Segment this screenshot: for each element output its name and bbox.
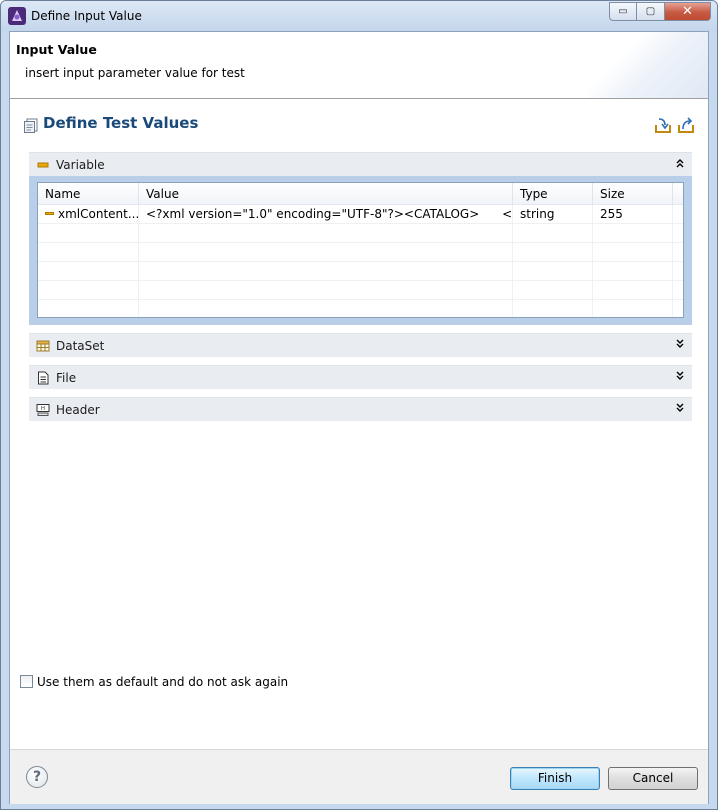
- close-button[interactable]: ✕: [665, 2, 711, 21]
- empty-cell: [513, 281, 593, 300]
- file-icon: [36, 371, 50, 385]
- empty-cell: [38, 281, 139, 300]
- finish-button[interactable]: Finish: [510, 767, 600, 790]
- header-icon: H: [36, 403, 50, 417]
- maximize-button[interactable]: ▢: [637, 2, 665, 21]
- empty-cell: [139, 300, 513, 317]
- dialog-client-area: Input Value insert input parameter value…: [9, 31, 709, 804]
- expand-chevron-icon[interactable]: [675, 370, 685, 387]
- empty-cell: [139, 224, 513, 243]
- variable-icon: [45, 212, 54, 215]
- section-file-label: File: [56, 371, 77, 385]
- window-title: Define Input Value: [31, 9, 142, 23]
- empty-cell: [139, 243, 513, 262]
- button-bar: ? Finish Cancel: [10, 749, 708, 804]
- export-icon[interactable]: [677, 116, 695, 134]
- section-header-label: Header: [56, 403, 100, 417]
- column-header-value[interactable]: Value: [139, 183, 513, 205]
- empty-cell: [593, 281, 673, 300]
- header-title: Input Value: [16, 42, 97, 57]
- minimize-button[interactable]: ▭: [609, 2, 637, 21]
- table-row-empty: [38, 300, 683, 317]
- empty-cell: [593, 262, 673, 281]
- header-description: insert input parameter value for test: [25, 66, 245, 80]
- empty-cell: [593, 300, 673, 317]
- default-checkbox-label[interactable]: Use them as default and do not ask again: [37, 675, 288, 689]
- svg-text:H: H: [41, 406, 45, 412]
- section-file-header[interactable]: File: [29, 365, 692, 389]
- variable-icon: [36, 158, 50, 172]
- section-variable-label: Variable: [56, 158, 105, 172]
- empty-cell: [38, 224, 139, 243]
- empty-cell: [513, 262, 593, 281]
- form-title: Define Test Values: [43, 114, 199, 132]
- expand-chevron-icon[interactable]: [675, 338, 685, 355]
- variable-panel: Name Value Type Size xmlContent... <?xml…: [29, 176, 692, 325]
- cancel-button[interactable]: Cancel: [608, 767, 698, 790]
- help-icon[interactable]: ?: [26, 766, 48, 788]
- empty-cell: [38, 300, 139, 317]
- import-icon[interactable]: [654, 116, 672, 134]
- dialog-window: Define Input Value ▭ ▢ ✕ Input Value ins…: [0, 0, 718, 810]
- cell-value[interactable]: <?xml version="1.0" encoding="UTF-8"?><C…: [139, 205, 513, 224]
- collapse-chevron-icon[interactable]: [675, 157, 685, 174]
- window-controls: ▭ ▢ ✕: [609, 2, 711, 21]
- cell-type[interactable]: string: [513, 205, 593, 224]
- table-row[interactable]: xmlContent... <?xml version="1.0" encodi…: [38, 205, 683, 224]
- empty-cell: [513, 300, 593, 317]
- empty-cell: [513, 243, 593, 262]
- empty-cell: [513, 224, 593, 243]
- expand-chevron-icon[interactable]: [675, 402, 685, 419]
- table-row-empty: [38, 281, 683, 300]
- variable-table: Name Value Type Size xmlContent... <?xml…: [37, 182, 684, 318]
- empty-cell: [593, 224, 673, 243]
- table-row-empty: [38, 243, 683, 262]
- section-dataset-header[interactable]: DataSet: [29, 333, 692, 357]
- wizard-header: Input Value insert input parameter value…: [10, 32, 708, 99]
- title-bar[interactable]: Define Input Value ▭ ▢ ✕: [1, 1, 717, 31]
- app-logo-icon: [8, 7, 26, 25]
- empty-cell: [139, 281, 513, 300]
- empty-cell: [139, 262, 513, 281]
- table-row-empty: [38, 224, 683, 243]
- cell-size[interactable]: 255: [593, 205, 673, 224]
- form-pages-icon: [24, 118, 38, 133]
- cell-name[interactable]: xmlContent...: [38, 205, 139, 224]
- default-checkbox[interactable]: [20, 675, 33, 688]
- table-row-empty: [38, 262, 683, 281]
- column-header-size[interactable]: Size: [593, 183, 673, 205]
- cell-name-text: xmlContent...: [58, 207, 139, 221]
- section-dataset-label: DataSet: [56, 339, 105, 353]
- section-header-header[interactable]: H Header: [29, 397, 692, 421]
- table-header: Name Value Type Size: [38, 183, 683, 205]
- column-header-type[interactable]: Type: [513, 183, 593, 205]
- section-variable-header[interactable]: Variable: [29, 152, 692, 176]
- empty-cell: [38, 262, 139, 281]
- table-icon: [36, 339, 50, 353]
- empty-cell: [593, 243, 673, 262]
- empty-cell: [38, 243, 139, 262]
- header-decoration: [588, 32, 708, 98]
- column-header-name[interactable]: Name: [38, 183, 139, 205]
